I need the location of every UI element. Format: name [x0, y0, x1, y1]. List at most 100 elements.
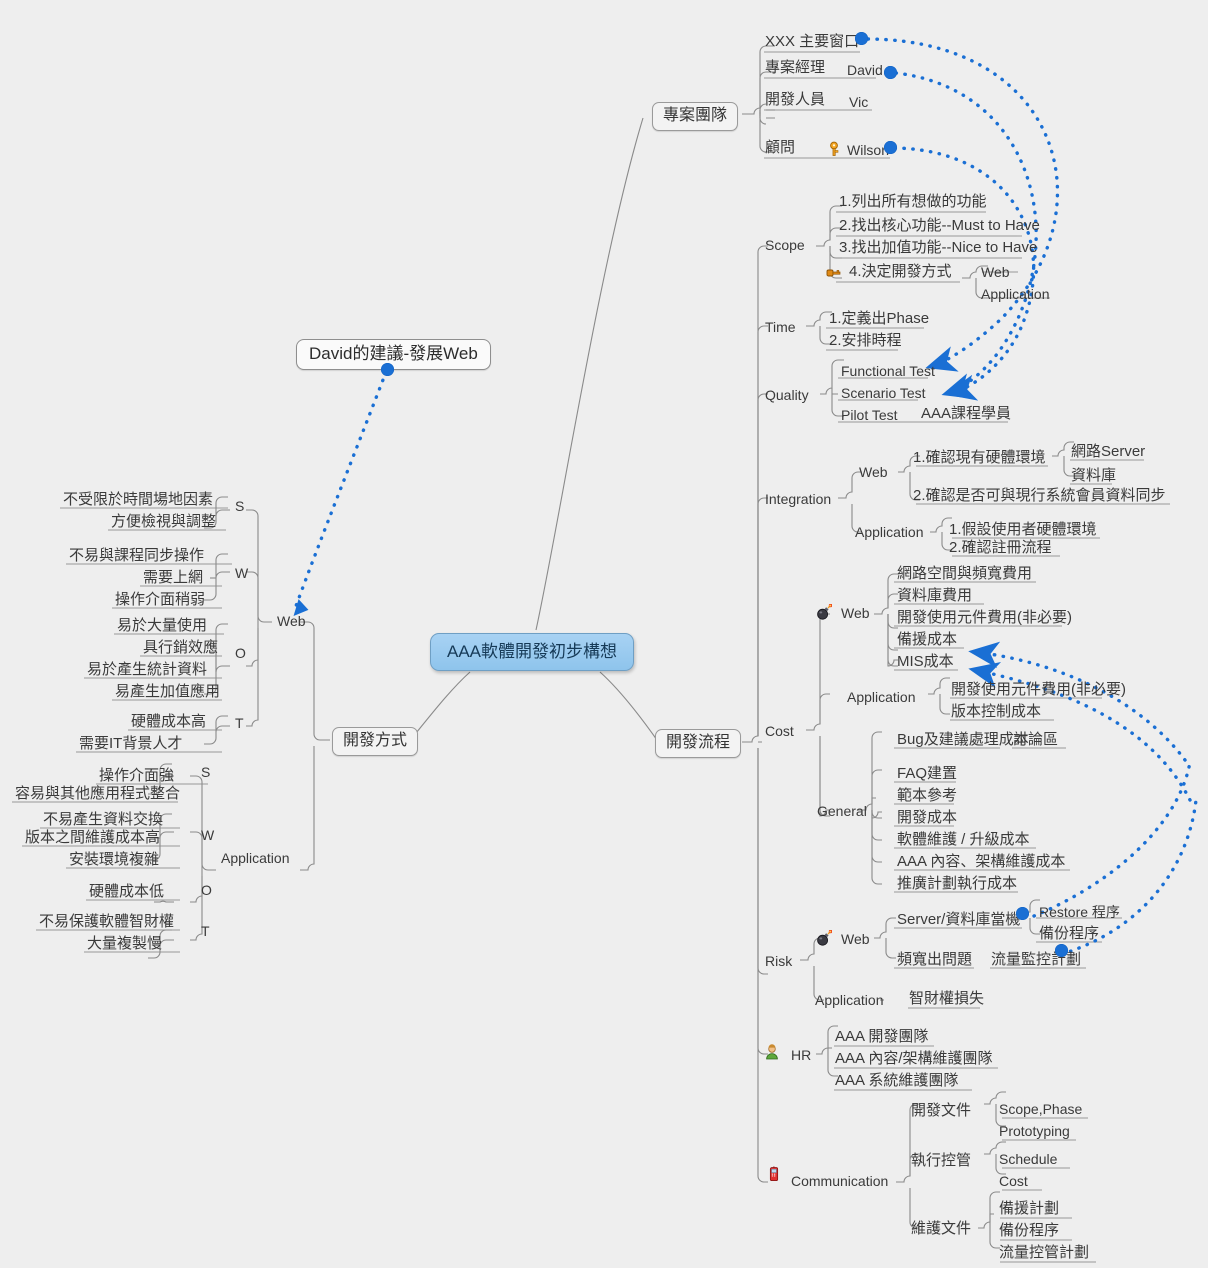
cost-general-item-6[interactable]: 推廣計劃執行成本: [894, 875, 1020, 894]
hr-item-2[interactable]: AAA 系統維護團隊: [832, 1072, 961, 1091]
cost-general-item-4[interactable]: 軟體維護 / 升級成本: [894, 831, 1033, 850]
relation-anchor-callout[interactable]: [381, 363, 394, 376]
comm-maint-item-2[interactable]: 流量控管計劃: [996, 1244, 1092, 1263]
process-section-risk[interactable]: Risk: [762, 952, 795, 971]
process-section-cost[interactable]: Cost: [762, 722, 797, 741]
team-member-role-2[interactable]: 開發人員: [762, 91, 828, 110]
process-section-scope[interactable]: Scope: [762, 236, 808, 255]
web-swot-key-w[interactable]: W: [232, 564, 251, 583]
app-t-item-1[interactable]: 大量複製慢: [84, 935, 165, 954]
process-section-communication[interactable]: Communication: [788, 1172, 891, 1191]
web-o-item-3[interactable]: 易產生加值應用: [112, 683, 223, 702]
app-swot-key-s[interactable]: S: [198, 763, 213, 782]
comm-exec-item-0[interactable]: Schedule: [996, 1150, 1060, 1169]
integration-group-web[interactable]: Web: [856, 463, 891, 482]
integration-group-application[interactable]: Application: [852, 523, 927, 542]
web-s-item-0[interactable]: 不受限於時間場地因素: [60, 491, 216, 510]
web-t-item-1[interactable]: 需要IT背景人才: [76, 735, 185, 754]
cost-app-item-0[interactable]: 開發使用元件費用(非必要): [948, 681, 1129, 700]
app-w-item-2[interactable]: 安裝環境複雜: [66, 851, 162, 870]
scope-item-0[interactable]: 1.列出所有想做的功能: [836, 193, 990, 212]
callout-node-david-suggestion[interactable]: David的建議-發展Web: [296, 339, 491, 370]
comm-exec-item-1[interactable]: Cost: [996, 1172, 1031, 1191]
risk-group-web[interactable]: Web: [838, 930, 873, 949]
risk-web-item-0[interactable]: Server/資料庫當機: [894, 911, 1023, 930]
method-option-application[interactable]: Application: [218, 849, 293, 868]
cost-general-item-1[interactable]: FAQ建置: [894, 765, 960, 784]
comm-group-exec-control[interactable]: 執行控管: [908, 1152, 974, 1171]
team-member-role-1[interactable]: 專案經理: [762, 59, 828, 78]
web-swot-key-t[interactable]: T: [232, 714, 247, 733]
method-option-web[interactable]: Web: [274, 612, 309, 631]
integration-app-item-0[interactable]: 1.假設使用者硬體環境: [946, 521, 1100, 540]
branch-dev-method[interactable]: 開發方式: [332, 727, 419, 756]
team-member-name-1[interactable]: David: [844, 61, 886, 80]
team-member-name-2[interactable]: Vic: [846, 93, 871, 112]
relation-anchor-risk-0[interactable]: [1016, 907, 1029, 920]
scope-item-1[interactable]: 2.找出核心功能--Must to Have: [836, 217, 1043, 236]
scope-item-3-child-1[interactable]: Application: [978, 285, 1053, 304]
quality-item-1[interactable]: Scenario Test: [838, 384, 929, 403]
app-swot-key-o[interactable]: O: [198, 881, 215, 900]
risk-web-item-1-note[interactable]: 流量監控計劃: [988, 951, 1084, 970]
web-o-item-0[interactable]: 易於大量使用: [114, 617, 210, 636]
process-section-time[interactable]: Time: [762, 318, 799, 337]
cost-general-item-0-note[interactable]: 討論區: [1010, 731, 1061, 750]
relation-anchor-risk-1[interactable]: [1055, 944, 1068, 957]
risk-web-item-0-child-0[interactable]: Restore 程序: [1036, 903, 1123, 922]
web-swot-key-o[interactable]: O: [232, 644, 249, 663]
root-node[interactable]: AAA軟體開發初步構想: [430, 633, 635, 671]
team-member-role-0[interactable]: XXX 主要窗口: [762, 33, 862, 52]
time-item-0[interactable]: 1.定義出Phase: [826, 310, 932, 329]
process-section-quality[interactable]: Quality: [762, 386, 812, 405]
web-o-item-2[interactable]: 易於產生統計資料: [84, 661, 210, 680]
relation-anchor-team-1[interactable]: [884, 66, 897, 79]
integration-web-item-1[interactable]: 2.確認是否可與現行系統會員資料同步: [910, 487, 1169, 506]
cost-general-item-3[interactable]: 開發成本: [894, 809, 960, 828]
web-swot-key-s[interactable]: S: [232, 497, 247, 516]
comm-maint-item-0[interactable]: 備援計劃: [996, 1200, 1062, 1219]
integration-app-item-1[interactable]: 2.確認註冊流程: [946, 539, 1055, 558]
quality-item-2[interactable]: Pilot Test: [838, 406, 901, 425]
web-w-item-1[interactable]: 需要上網: [140, 569, 206, 588]
web-t-item-0[interactable]: 硬體成本高: [128, 713, 209, 732]
process-section-integration[interactable]: Integration: [762, 490, 834, 509]
branch-project-team[interactable]: 專案團隊: [652, 102, 739, 131]
app-o-item-0[interactable]: 硬體成本低: [86, 883, 167, 902]
comm-group-dev-docs[interactable]: 開發文件: [908, 1102, 974, 1121]
risk-web-item-0-child-1[interactable]: 備份程序: [1036, 925, 1102, 944]
app-w-item-1[interactable]: 版本之間維護成本高: [22, 829, 163, 848]
comm-dev-docs-item-1[interactable]: Prototyping: [996, 1122, 1073, 1141]
risk-group-application[interactable]: Application: [812, 991, 887, 1010]
process-section-hr[interactable]: HR: [788, 1046, 814, 1065]
cost-general-item-5[interactable]: AAA 內容、架構維護成本: [894, 853, 1068, 872]
app-swot-key-w[interactable]: W: [198, 826, 217, 845]
cost-web-item-4[interactable]: MIS成本: [894, 653, 957, 672]
cost-group-general[interactable]: General: [814, 802, 870, 821]
web-w-item-0[interactable]: 不易與課程同步操作: [66, 547, 207, 566]
app-s-item-1[interactable]: 容易與其他應用程式整合: [12, 785, 183, 804]
integration-web-item-0-child-0[interactable]: 網路Server: [1068, 443, 1148, 462]
quality-item-0[interactable]: Functional Test: [838, 362, 938, 381]
app-s-item-0[interactable]: 操作介面強: [96, 767, 177, 786]
quality-item-2-note[interactable]: AAA課程學員: [918, 405, 1014, 424]
comm-dev-docs-item-0[interactable]: Scope,Phase: [996, 1100, 1085, 1119]
cost-web-item-1[interactable]: 資料庫費用: [894, 587, 975, 606]
app-t-item-0[interactable]: 不易保護軟體智財權: [36, 913, 177, 932]
app-w-item-0[interactable]: 不易產生資料交換: [40, 811, 166, 830]
integration-web-item-0[interactable]: 1.確認現有硬體環境: [910, 449, 1049, 468]
scope-item-2[interactable]: 3.找出加值功能--Nice to Have: [836, 239, 1040, 258]
cost-web-item-3[interactable]: 備援成本: [894, 631, 960, 650]
web-o-item-1[interactable]: 具行銷效應: [140, 639, 221, 658]
cost-group-web[interactable]: Web: [838, 604, 873, 623]
cost-web-item-0[interactable]: 網路空間與頻寬費用: [894, 565, 1035, 584]
comm-group-maint-docs[interactable]: 維護文件: [908, 1220, 974, 1239]
scope-item-3-child-0[interactable]: Web: [978, 263, 1013, 282]
web-w-item-2[interactable]: 操作介面稍弱: [112, 591, 208, 610]
cost-web-item-2[interactable]: 開發使用元件費用(非必要): [894, 609, 1075, 628]
risk-web-item-1[interactable]: 頻寬出問題: [894, 951, 975, 970]
comm-maint-item-1[interactable]: 備份程序: [996, 1222, 1062, 1241]
web-s-item-1[interactable]: 方便檢視與調整: [108, 513, 219, 532]
risk-app-item-0[interactable]: 智財權損失: [906, 990, 987, 1009]
hr-item-0[interactable]: AAA 開發團隊: [832, 1028, 931, 1047]
